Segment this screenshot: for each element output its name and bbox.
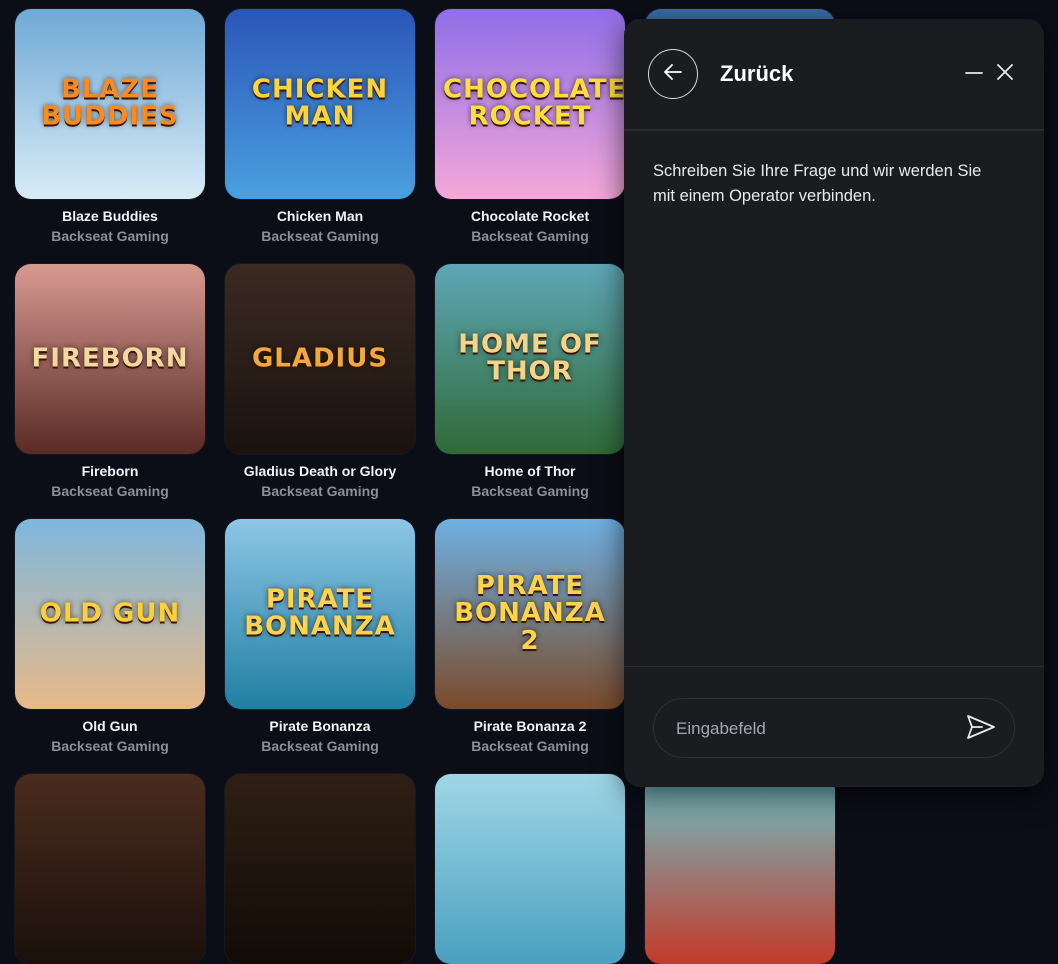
game-provider: Backseat Gaming [51, 738, 169, 754]
back-button[interactable] [648, 49, 698, 99]
game-thumbnail[interactable] [645, 774, 835, 964]
game-card[interactable] [435, 774, 625, 964]
game-provider: Backseat Gaming [261, 738, 379, 754]
game-card[interactable]: HOME OF THOR Home of Thor Backseat Gaming [435, 264, 625, 501]
game-thumbnail[interactable] [15, 774, 205, 964]
game-card[interactable] [15, 774, 205, 964]
game-name: Pirate Bonanza [269, 718, 371, 734]
game-logo-text: BLAZE BUDDIES [41, 74, 179, 132]
game-provider: Backseat Gaming [261, 483, 379, 499]
game-thumbnail[interactable]: CHICKEN MAN [225, 9, 415, 199]
game-logo-text: FIREBORN [31, 343, 189, 374]
chat-footer-divider [624, 666, 1044, 667]
game-name: Blaze Buddies [62, 208, 158, 224]
game-thumbnail[interactable]: PIRATE BONANZA 2 [435, 519, 625, 709]
game-thumbnail[interactable]: GLADIUS [225, 264, 415, 454]
minimize-button[interactable] [963, 63, 985, 85]
game-name: Pirate Bonanza 2 [473, 718, 587, 734]
arrow-left-icon [661, 60, 685, 89]
send-icon [966, 714, 996, 745]
game-name: Chocolate Rocket [470, 208, 590, 224]
game-card[interactable]: PIRATE BONANZA Pirate Bonanza Backseat Gam… [225, 519, 415, 756]
game-card[interactable]: GLADIUS Gladius Death or Glory Backseat Ga… [225, 264, 415, 501]
game-card[interactable]: CHOCOLATE ROCKET Chocolate Rocket Backseat… [435, 9, 625, 246]
game-name: Old Gun [82, 718, 138, 734]
game-thumbnail[interactable]: HOME OF THOR [435, 264, 625, 454]
game-thumbnail[interactable] [435, 774, 625, 964]
game-card[interactable] [225, 774, 415, 964]
game-logo-text: OLD GUN [39, 598, 181, 629]
game-provider: Backseat Gaming [471, 738, 589, 754]
game-thumbnail[interactable]: FIREBORN [15, 264, 205, 454]
game-name: Chicken Man [276, 208, 364, 224]
chat-message-input[interactable] [674, 709, 948, 749]
game-logo-text: GLADIUS [251, 343, 389, 374]
chat-title: Zurück [720, 61, 794, 86]
game-card[interactable]: BLAZE BUDDIES Blaze Buddies Backseat Gamin… [15, 9, 205, 246]
game-name: Fireborn [81, 463, 139, 479]
game-thumbnail[interactable]: BLAZE BUDDIES [15, 9, 205, 199]
game-card[interactable]: PIRATE BONANZA 2 Pirate Bonanza 2 Backseat… [435, 519, 625, 756]
game-logo-text: PIRATE BONANZA [244, 584, 396, 642]
close-button[interactable] [994, 63, 1016, 85]
game-name: Gladius Death or Glory [243, 463, 397, 479]
game-provider: Backseat Gaming [471, 483, 589, 499]
game-card[interactable]: OLD GUN Old Gun Backseat Gaming [15, 519, 205, 756]
game-provider: Backseat Gaming [261, 228, 379, 244]
game-name: Home of Thor [484, 463, 576, 479]
support-chat-panel: Zurück Schreiben Sie Ihre Frage und wir … [624, 19, 1044, 787]
game-card[interactable]: FIREBORN Fireborn Backseat Gaming [15, 264, 205, 501]
game-logo-text: CHICKEN MAN [251, 74, 389, 132]
game-logo-text: HOME OF THOR [458, 329, 602, 387]
game-provider: Backseat Gaming [51, 228, 169, 244]
game-thumbnail[interactable] [225, 774, 415, 964]
chat-input-container [653, 698, 1015, 758]
chat-header: Zurück [624, 19, 1044, 131]
minus-icon [965, 63, 983, 86]
game-card[interactable]: CHICKEN MAN Chicken Man Backseat Gaming [225, 9, 415, 246]
game-thumbnail[interactable]: OLD GUN [15, 519, 205, 709]
close-icon [996, 63, 1014, 86]
game-thumbnail[interactable]: PIRATE BONANZA [225, 519, 415, 709]
game-card[interactable] [645, 774, 835, 964]
game-provider: Backseat Gaming [51, 483, 169, 499]
game-logo-text: CHOCOLATE ROCKET [443, 74, 625, 132]
game-provider: Backseat Gaming [471, 228, 589, 244]
game-thumbnail[interactable]: CHOCOLATE ROCKET [435, 9, 625, 199]
game-logo-text: PIRATE BONANZA 2 [454, 571, 606, 656]
chat-welcome-message: Schreiben Sie Ihre Frage und wir werden … [653, 162, 982, 205]
send-button[interactable] [966, 714, 996, 744]
